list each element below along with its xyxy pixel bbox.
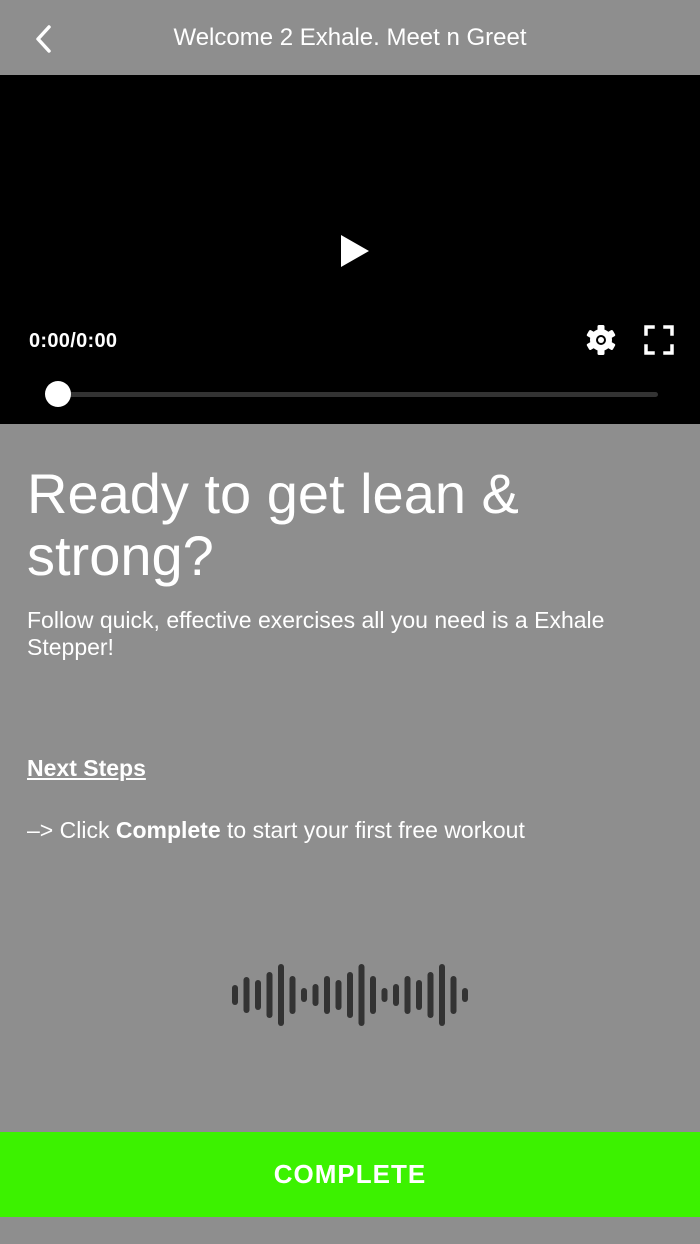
waveform-bar <box>393 984 399 1006</box>
headline: Ready to get lean & strong? <box>27 462 519 587</box>
video-time: 0:00/0:00 <box>29 330 118 352</box>
waveform-bar <box>255 980 261 1010</box>
waveform-bar <box>278 964 284 1026</box>
fullscreen-icon <box>644 325 674 355</box>
play-icon <box>341 235 369 267</box>
instruction-text: –> Click Complete to start your first fr… <box>27 816 525 844</box>
seek-handle[interactable] <box>45 381 71 407</box>
waveform-bar <box>427 972 434 1018</box>
top-bar: Welcome 2 Exhale. Meet n Greet <box>0 0 700 75</box>
waveform-bar <box>289 976 296 1014</box>
subtitle: Follow quick, effective exercises all yo… <box>27 607 605 660</box>
instruction-emphasis: Complete <box>115 817 221 843</box>
page-title: Welcome 2 Exhale. Meet n Greet <box>173 24 527 51</box>
waveform-bar <box>450 976 457 1014</box>
instruction-prefix: –> Click <box>27 817 116 843</box>
complete-button[interactable]: COMPLETE <box>0 1132 700 1217</box>
audio-waveform-icon <box>230 960 470 1030</box>
waveform-bar <box>462 988 468 1002</box>
waveform-bar <box>301 988 307 1002</box>
waveform-bar <box>370 976 376 1014</box>
waveform-bar <box>381 988 388 1002</box>
play-button[interactable] <box>327 225 379 277</box>
video-player[interactable]: 0:00/0:00 <box>0 75 700 424</box>
seek-bar[interactable] <box>58 392 658 397</box>
instruction-suffix: to start your first free workout <box>220 817 525 843</box>
waveform-bar <box>347 972 353 1018</box>
waveform-bar <box>324 976 330 1014</box>
fullscreen-button[interactable] <box>643 324 675 356</box>
settings-button[interactable] <box>584 323 618 357</box>
waveform-bar <box>266 972 273 1018</box>
waveform-bar <box>439 964 445 1026</box>
waveform-bar <box>335 980 342 1010</box>
next-steps-heading: Next Steps <box>27 755 146 781</box>
waveform-bar <box>232 985 238 1005</box>
gear-icon <box>586 325 616 355</box>
waveform-bar <box>243 977 250 1013</box>
waveform-bar <box>404 976 411 1014</box>
waveform-bar <box>358 964 365 1026</box>
waveform-bar <box>312 984 319 1006</box>
waveform-bar <box>416 980 422 1010</box>
